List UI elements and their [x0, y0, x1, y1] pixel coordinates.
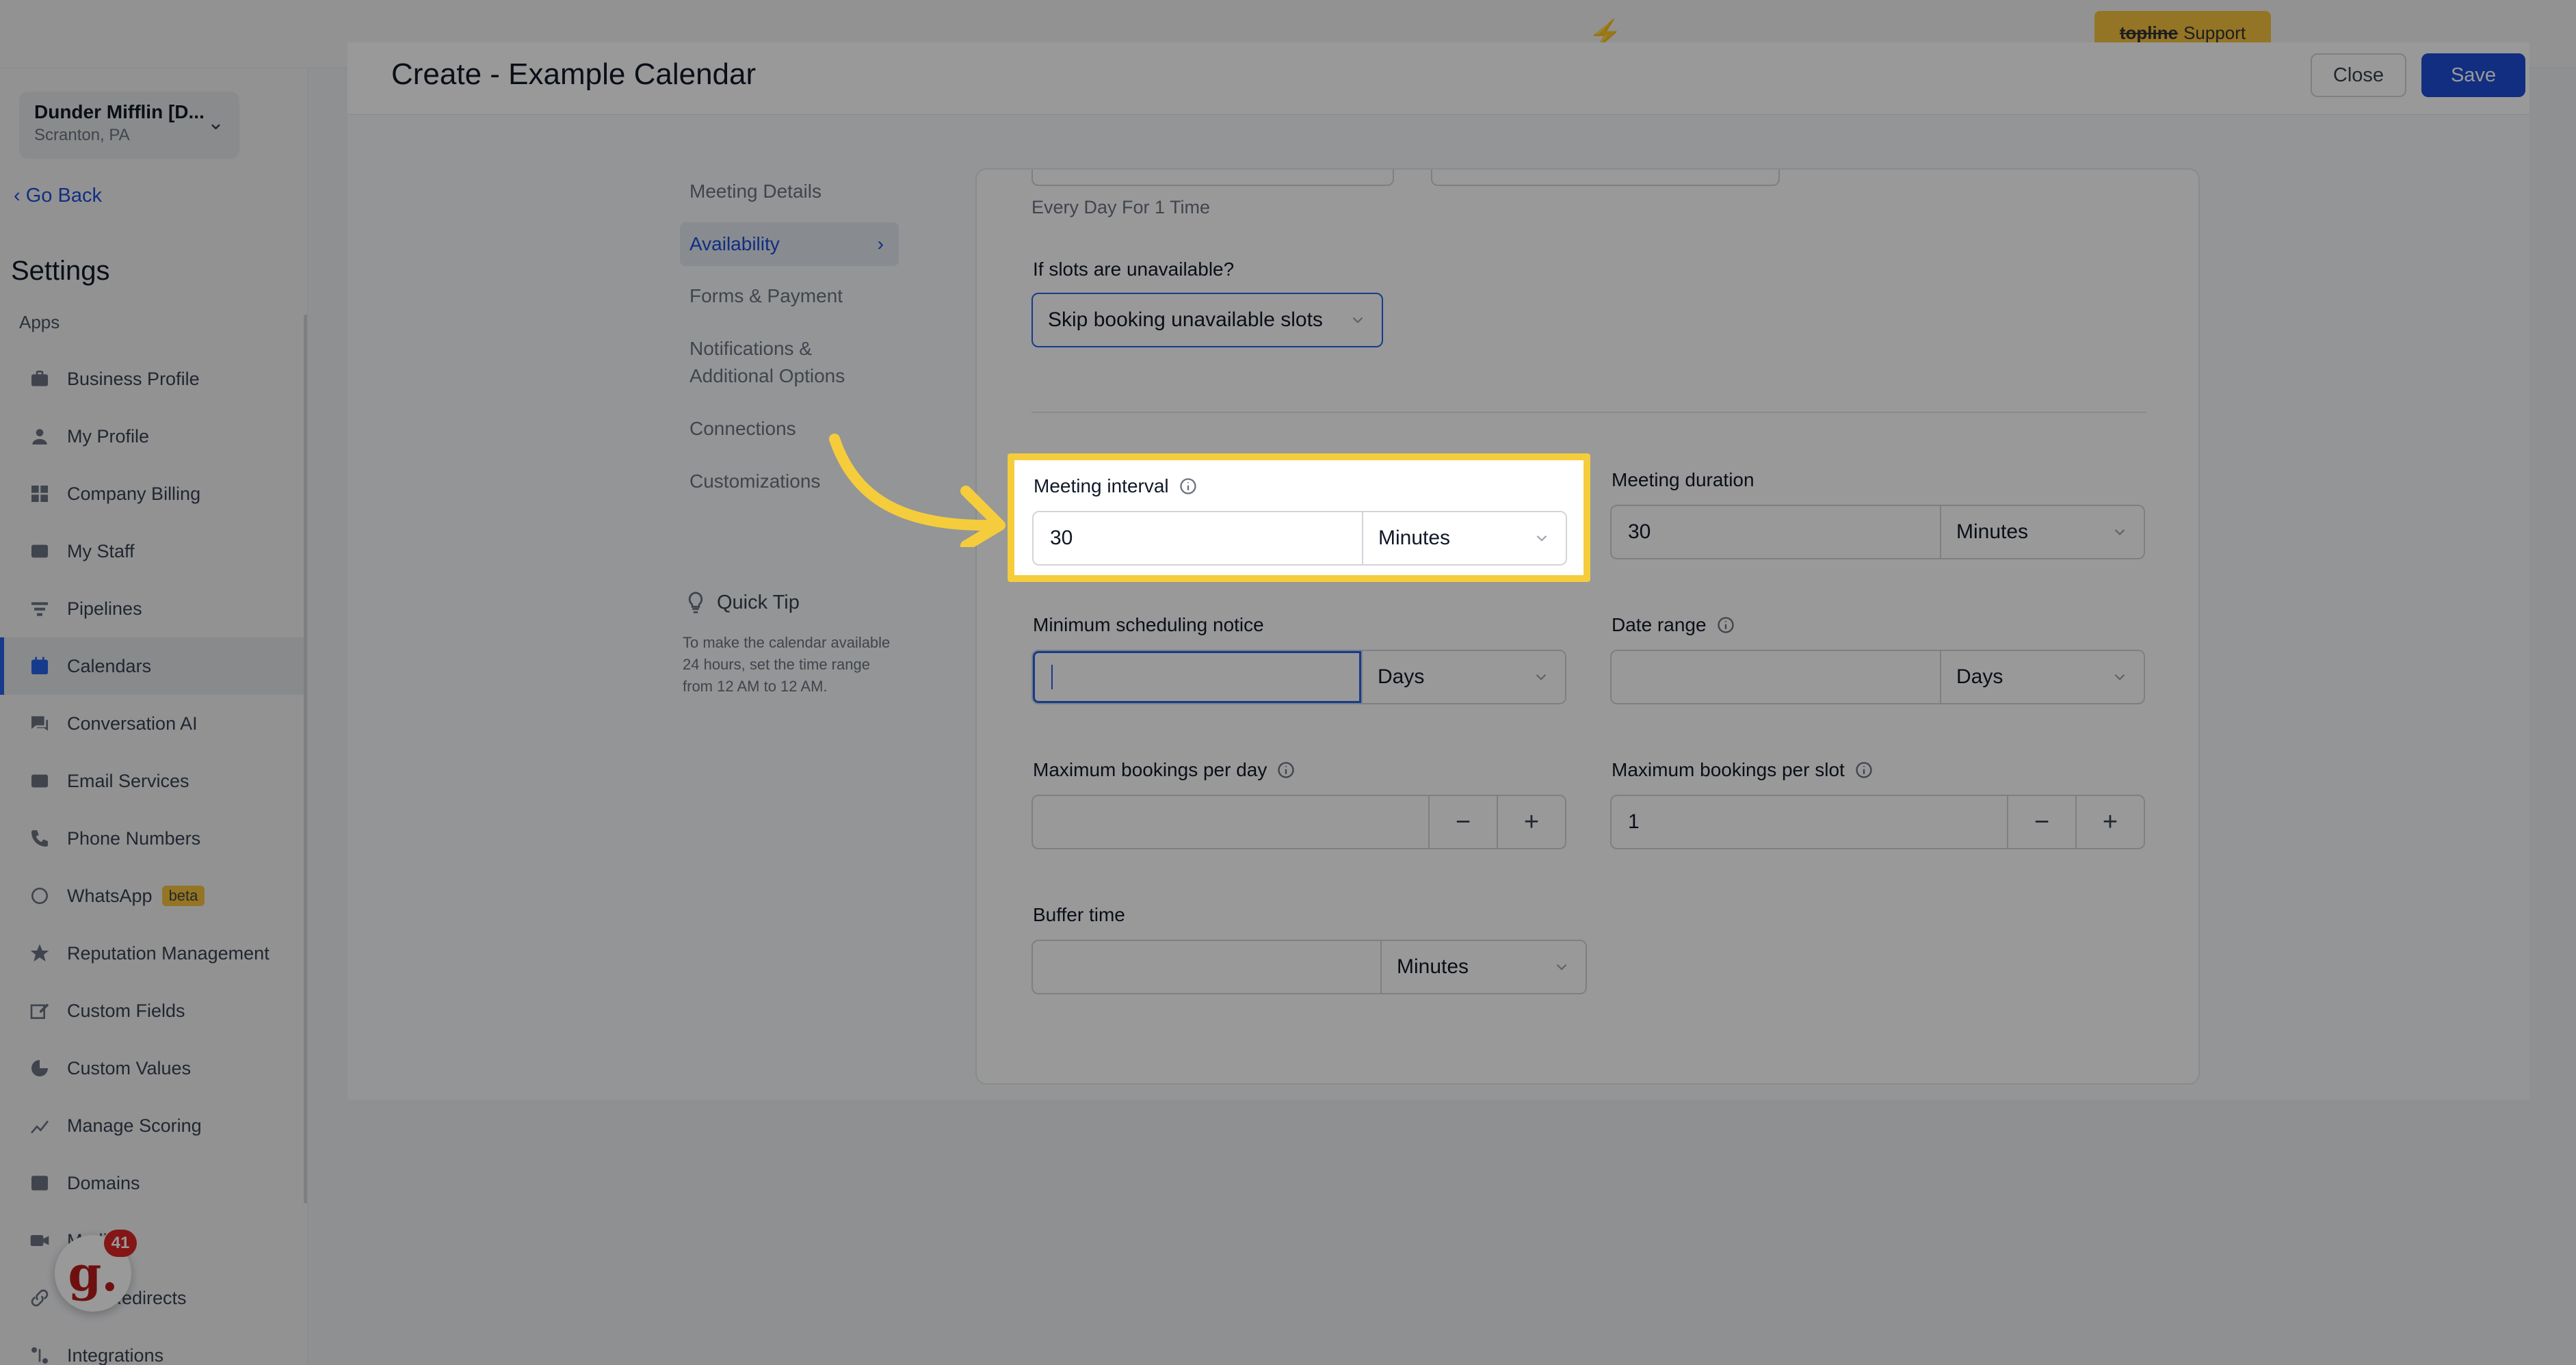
- chevron-down-icon: [1536, 535, 1547, 542]
- meeting-interval-input[interactable]: 30: [1034, 512, 1362, 564]
- info-icon[interactable]: [1179, 477, 1198, 496]
- meeting-interval-unit-select[interactable]: Minutes: [1362, 512, 1566, 564]
- meeting-interval-highlight: Meeting interval 30 Minutes: [1008, 453, 1590, 582]
- dim-overlay: [0, 0, 2576, 1365]
- meeting-interval-label: Meeting interval: [1034, 475, 1198, 497]
- meeting-interval-field: 30 Minutes: [1032, 511, 1567, 566]
- meeting-interval-label-text: Meeting interval: [1034, 475, 1169, 496]
- meeting-interval-unit: Minutes: [1378, 527, 1451, 549]
- pointer-arrow-icon: [829, 434, 1006, 547]
